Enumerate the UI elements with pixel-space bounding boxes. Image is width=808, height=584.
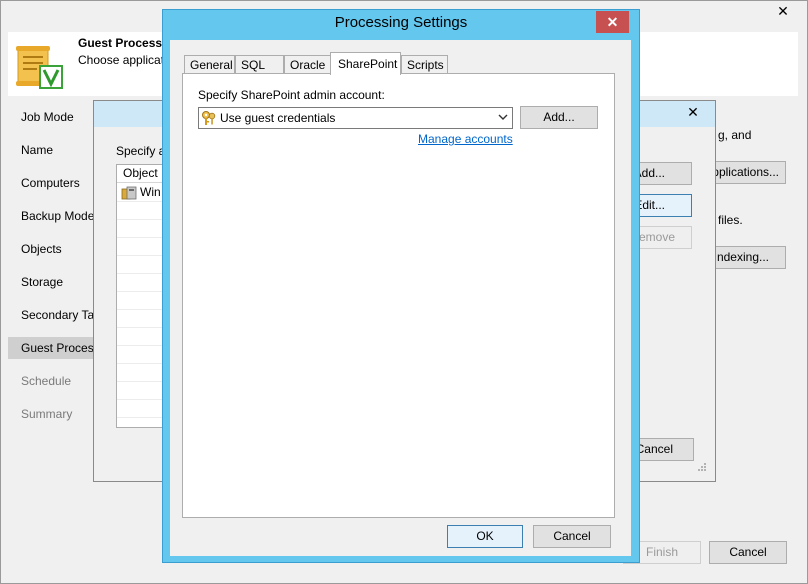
tab-scripts[interactable]: Scripts: [401, 55, 448, 74]
dialog-prompt: Specify a: [116, 144, 166, 158]
list-row-empty: [117, 256, 163, 274]
step-guest-processing[interactable]: Guest Process: [21, 341, 100, 355]
wizard-cancel-button[interactable]: Cancel: [709, 541, 787, 564]
wizard-header-title: Guest Processi: [78, 36, 166, 50]
wizard-close-button[interactable]: ✕: [770, 2, 796, 20]
list-row-empty: [117, 274, 163, 292]
tab-oracle[interactable]: Oracle: [284, 55, 331, 74]
tab-sql[interactable]: SQL: [235, 55, 284, 74]
list-row-empty: [117, 292, 163, 310]
tab-general[interactable]: General: [184, 55, 235, 74]
list-row-empty: [117, 346, 163, 364]
list-row-empty: [117, 220, 163, 238]
step-name[interactable]: Name: [21, 143, 53, 157]
cancel-button[interactable]: Cancel: [533, 525, 611, 548]
object-column-header[interactable]: Object: [117, 165, 163, 183]
step-storage[interactable]: Storage: [21, 275, 63, 289]
close-button[interactable]: ✕: [596, 11, 629, 33]
resize-grip-icon[interactable]: [697, 462, 707, 472]
list-row-empty: [117, 310, 163, 328]
step-schedule: Schedule: [21, 374, 72, 388]
manage-accounts-link[interactable]: Manage accounts: [418, 132, 513, 146]
dialog-title: Processing Settings: [334, 14, 468, 31]
step-computers[interactable]: Computers: [21, 176, 80, 190]
step-objects[interactable]: Objects: [21, 242, 62, 256]
list-row-empty: [117, 382, 163, 400]
step-secondary-target[interactable]: Secondary Ta: [21, 308, 94, 322]
wizard-description-fragment-2: files.: [718, 213, 743, 227]
tab-sharepoint[interactable]: SharePoint: [330, 52, 401, 75]
dialog-close-button[interactable]: ✕: [677, 102, 709, 122]
step-summary: Summary: [21, 407, 73, 421]
wizard-description-fragment: g, and: [718, 128, 752, 142]
sharepoint-tab-panel: [182, 73, 615, 518]
admin-account-label: Specify SharePoint admin account:: [198, 88, 385, 102]
guest-processing-scroll-icon: [16, 46, 63, 89]
list-item-label: Win: [140, 185, 161, 199]
list-row-empty: [117, 400, 163, 418]
list-row-empty: [117, 238, 163, 256]
chevron-down-icon[interactable]: [496, 110, 510, 124]
ok-button[interactable]: OK: [447, 525, 523, 548]
step-backup-mode[interactable]: Backup Mode: [21, 209, 94, 223]
add-account-button[interactable]: Add...: [520, 106, 598, 129]
key-icon: [202, 111, 216, 125]
computer-icon: [121, 186, 137, 200]
wizard-header-subtitle: Choose applicati: [78, 53, 167, 67]
admin-account-value: Use guest credentials: [220, 111, 336, 125]
list-row-empty: [117, 364, 163, 382]
step-job-mode[interactable]: Job Mode: [21, 110, 74, 124]
list-row-empty: [117, 202, 163, 220]
list-row-empty: [117, 328, 163, 346]
